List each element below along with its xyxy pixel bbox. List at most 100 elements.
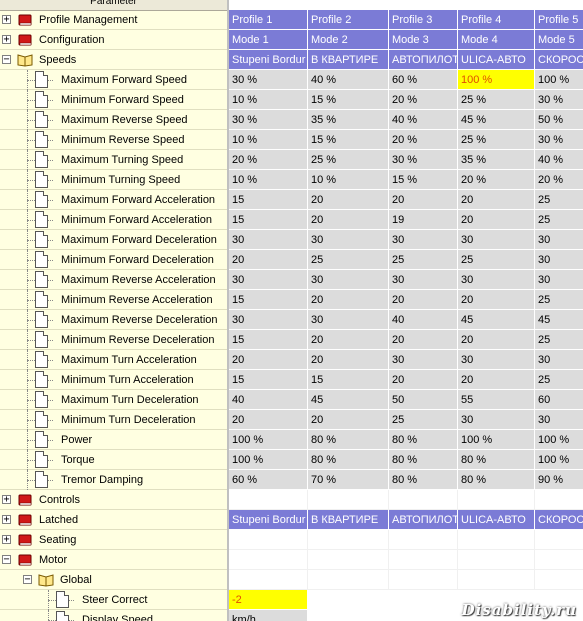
grid-cell[interactable] — [458, 570, 535, 590]
grid-cell[interactable]: 80 % — [389, 450, 458, 470]
grid-cell[interactable]: 45 — [458, 310, 535, 330]
tree-item-minimum-turn-acceleration[interactable]: Minimum Turn Acceleration — [0, 370, 227, 390]
grid-cell[interactable]: 15 — [229, 370, 308, 390]
grid-cell[interactable]: 30 — [389, 350, 458, 370]
tree-item-display-speed[interactable]: Display Speed — [0, 610, 227, 621]
grid-cell[interactable]: 45 — [308, 390, 389, 410]
grid-cell[interactable]: 50 % — [535, 110, 583, 130]
profile-header-cell[interactable]: Mode 1 — [229, 30, 308, 50]
grid-cell[interactable]: 20 — [308, 350, 389, 370]
grid-cell[interactable]: 40 % — [308, 70, 389, 90]
tree-item-maximum-turn-deceleration[interactable]: Maximum Turn Deceleration — [0, 390, 227, 410]
grid-cell[interactable]: 45 % — [458, 110, 535, 130]
expand-icon[interactable]: + — [2, 515, 11, 525]
grid-cell[interactable]: 30 % — [535, 130, 583, 150]
profile-header-cell[interactable]: Profile 4 — [458, 10, 535, 30]
grid-cell[interactable]: 30 % — [229, 110, 308, 130]
grid-cell[interactable]: 30 % — [535, 90, 583, 110]
grid-cell[interactable]: 30 — [229, 310, 308, 330]
profile-header-cell[interactable]: В КВАРТИРЕ — [308, 50, 389, 70]
tree-item-torque[interactable]: Torque — [0, 450, 227, 470]
grid-cell[interactable]: 30 — [389, 270, 458, 290]
grid-cell[interactable]: 20 — [458, 290, 535, 310]
grid-cell[interactable]: 20 % — [389, 90, 458, 110]
grid-cell[interactable]: 80 % — [308, 430, 389, 450]
grid-cell[interactable]: 55 — [458, 390, 535, 410]
grid-cell[interactable]: 10 % — [308, 170, 389, 190]
grid-cell[interactable]: 100 % — [458, 430, 535, 450]
expand-icon[interactable]: + — [2, 15, 11, 25]
grid-cell[interactable]: 20 — [308, 190, 389, 210]
grid-cell[interactable]: 20 — [458, 370, 535, 390]
grid-cell[interactable]: 20 — [308, 290, 389, 310]
grid-cell[interactable]: 10 % — [229, 170, 308, 190]
tree-item-speeds[interactable]: − Speeds — [0, 50, 227, 70]
grid-cell[interactable]: 70 % — [308, 470, 389, 490]
grid-cell[interactable]: 10 % — [229, 90, 308, 110]
grid-cell[interactable] — [458, 550, 535, 570]
profile-header-cell[interactable]: СКОРОСТЬ — [535, 50, 583, 70]
profile-header-cell[interactable]: Stupeni Bordur — [229, 50, 308, 70]
tree-item-maximum-turning-speed[interactable]: Maximum Turning Speed — [0, 150, 227, 170]
grid-cell[interactable]: 30 — [535, 350, 583, 370]
grid-cell[interactable]: 25 — [535, 290, 583, 310]
tree-item-minimum-forward-deceleration[interactable]: Minimum Forward Deceleration — [0, 250, 227, 270]
grid-cell[interactable]: 80 % — [458, 470, 535, 490]
grid-cell[interactable]: 40 % — [535, 150, 583, 170]
grid-cell[interactable]: 50 — [389, 390, 458, 410]
grid-cell[interactable]: 100 % — [535, 70, 583, 90]
grid-cell[interactable]: 15 — [229, 330, 308, 350]
tree-item-minimum-reverse-speed[interactable]: Minimum Reverse Speed — [0, 130, 227, 150]
collapse-icon[interactable]: − — [2, 55, 11, 65]
grid-cell[interactable]: 10 % — [229, 130, 308, 150]
grid-cell[interactable] — [229, 570, 308, 590]
collapse-icon[interactable]: − — [2, 555, 11, 565]
grid-cell[interactable]: 30 — [458, 270, 535, 290]
grid-cell[interactable]: 19 — [389, 210, 458, 230]
profile-header-cell[interactable]: Profile 2 — [308, 10, 389, 30]
tree-item-minimum-reverse-acceleration[interactable]: Minimum Reverse Acceleration — [0, 290, 227, 310]
tree-item-maximum-forward-deceleration[interactable]: Maximum Forward Deceleration — [0, 230, 227, 250]
grid-cell[interactable]: 30 — [308, 270, 389, 290]
tree-item-maximum-reverse-acceleration[interactable]: Maximum Reverse Acceleration — [0, 270, 227, 290]
grid-cell[interactable]: 100 % — [535, 430, 583, 450]
tree-item-configuration[interactable]: + Configuration — [0, 30, 227, 50]
grid-cell[interactable]: 30 — [458, 350, 535, 370]
tree-item-motor[interactable]: − Motor — [0, 550, 227, 570]
grid-cell[interactable]: 25 % — [458, 90, 535, 110]
grid-cell[interactable] — [308, 530, 389, 550]
grid-cell[interactable]: 80 % — [389, 470, 458, 490]
collapse-icon[interactable]: − — [23, 575, 32, 585]
grid-cell[interactable]: 20 — [229, 350, 308, 370]
profile-header-cell[interactable]: ULICA-АВТО — [458, 50, 535, 70]
tree-item-maximum-forward-speed[interactable]: Maximum Forward Speed — [0, 70, 227, 90]
grid-cell[interactable] — [229, 550, 308, 570]
profile-header-cell[interactable]: Profile 3 — [389, 10, 458, 30]
grid-cell[interactable]: 20 — [458, 190, 535, 210]
grid-cell[interactable] — [535, 530, 583, 550]
grid-cell[interactable] — [389, 490, 458, 510]
profile-header-cell[interactable]: Profile 1 — [229, 10, 308, 30]
tree-item-minimum-forward-speed[interactable]: Minimum Forward Speed — [0, 90, 227, 110]
grid-cell[interactable]: 100 % — [229, 430, 308, 450]
grid-cell[interactable] — [229, 530, 308, 550]
grid-cell[interactable]: 30 — [308, 230, 389, 250]
grid-cell[interactable]: 25 % — [308, 150, 389, 170]
grid-cell[interactable]: 20 — [389, 190, 458, 210]
tree-item-profile-management[interactable]: + Profile Management — [0, 10, 227, 30]
grid-cell[interactable]: -2 — [229, 590, 308, 610]
tree-item-global[interactable]: − Global — [0, 570, 227, 590]
grid-cell[interactable]: 20 % — [535, 170, 583, 190]
grid-cell[interactable]: 35 % — [308, 110, 389, 130]
grid-cell[interactable]: 60 % — [229, 470, 308, 490]
tree-item-maximum-turn-acceleration[interactable]: Maximum Turn Acceleration — [0, 350, 227, 370]
tree-item-steer-correct[interactable]: Steer Correct — [0, 590, 227, 610]
grid-cell[interactable]: 45 — [535, 310, 583, 330]
grid-cell[interactable]: 25 — [535, 370, 583, 390]
tree-item-minimum-forward-acceleration[interactable]: Minimum Forward Acceleration — [0, 210, 227, 230]
grid-cell[interactable]: 30 — [458, 410, 535, 430]
expand-icon[interactable]: + — [2, 535, 11, 545]
grid-cell[interactable]: 20 — [389, 330, 458, 350]
grid-cell[interactable]: 40 % — [389, 110, 458, 130]
grid-cell[interactable]: 60 % — [389, 70, 458, 90]
